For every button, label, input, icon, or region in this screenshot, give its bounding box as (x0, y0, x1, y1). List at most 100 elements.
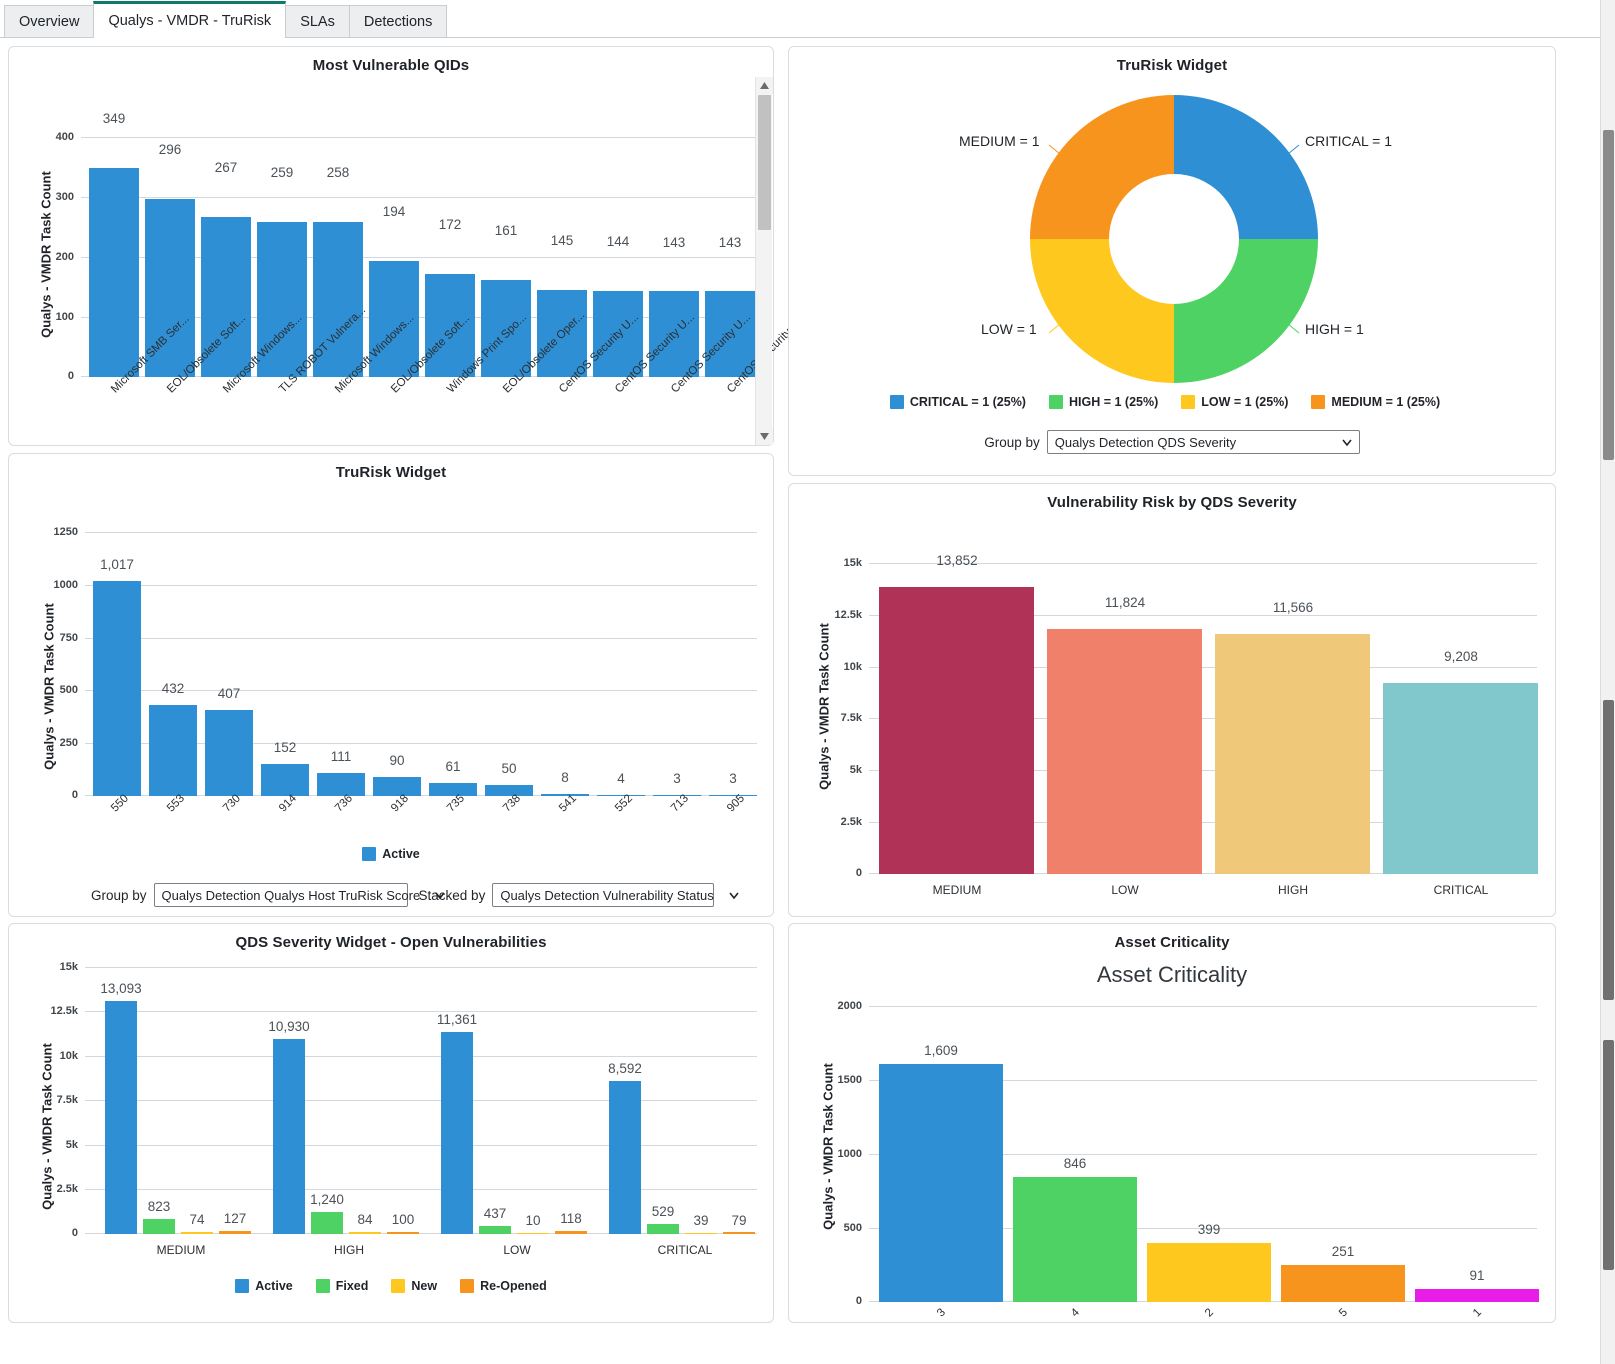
bar-value: 259 (271, 165, 294, 180)
legend-swatch-new (391, 1279, 405, 1293)
legend-swatch-reopened (460, 1279, 474, 1293)
bar[interactable] (387, 1232, 419, 1234)
bar[interactable] (685, 1233, 717, 1234)
page-scrollbar-thumb-tertiary[interactable] (1603, 1040, 1614, 1270)
bar[interactable] (93, 581, 141, 796)
bar[interactable] (429, 783, 477, 796)
scroll-down-arrow[interactable] (756, 428, 773, 445)
legend-item-new[interactable]: New (391, 1279, 437, 1293)
qds-severity-legend: Active Fixed New Re-Opened (9, 1276, 773, 1296)
widget-vertical-scrollbar[interactable] (755, 77, 772, 445)
bar-value: 4 (617, 771, 625, 786)
bar[interactable] (181, 1232, 213, 1234)
bar-value: 145 (551, 233, 574, 248)
bar-value: 144 (607, 234, 630, 249)
bar[interactable] (517, 1233, 549, 1234)
bar[interactable] (879, 1064, 1003, 1302)
bar-value: 3 (673, 771, 681, 786)
y-tick: 5k (66, 1139, 78, 1151)
tab-slas[interactable]: SLAs (285, 5, 350, 37)
bar-value: 118 (560, 1211, 582, 1226)
widget-title-vulnerability-risk: Vulnerability Risk by QDS Severity (789, 494, 1555, 511)
x-tick-label: 5 (1337, 1306, 1350, 1319)
x-tick-label: CRITICAL (658, 1243, 713, 1257)
bar-value: 823 (148, 1199, 171, 1214)
legend-item-active[interactable]: Active (362, 847, 420, 861)
plot-area-qds-severity-open: 15k 12.5k 10k 7.5k 5k 2.5k 0 (85, 967, 757, 1234)
bar-value: 10,930 (268, 1019, 309, 1034)
legend-item-active[interactable]: Active (235, 1279, 293, 1293)
bar[interactable] (205, 710, 253, 796)
bar[interactable] (143, 1219, 175, 1234)
group-by-select[interactable]: Qualys Detection QDS Severity (1047, 430, 1360, 454)
bar[interactable] (541, 794, 589, 796)
bar[interactable] (555, 1231, 587, 1234)
legend-item-low[interactable]: LOW = 1 (25%) (1181, 395, 1288, 409)
y-tick: 2.5k (57, 1183, 78, 1195)
scrollbar-thumb[interactable] (758, 95, 771, 230)
y-tick: 1000 (54, 579, 78, 591)
y-axis-label: Qualys - VMDR Task Count (817, 587, 832, 827)
legend-item-high[interactable]: HIGH = 1 (25%) (1049, 395, 1158, 409)
bar[interactable] (879, 587, 1034, 874)
bar[interactable] (89, 168, 139, 377)
bar[interactable] (349, 1232, 381, 1234)
bar[interactable] (1415, 1289, 1539, 1302)
bar-value: 1,609 (924, 1043, 958, 1058)
bar[interactable] (1215, 634, 1370, 874)
bar[interactable] (1047, 629, 1202, 874)
y-tick: 0 (856, 867, 862, 879)
bar-value: 11,566 (1273, 600, 1313, 615)
bar[interactable] (653, 795, 701, 796)
tab-detections[interactable]: Detections (349, 5, 448, 37)
bar[interactable] (723, 1232, 755, 1234)
bar[interactable] (647, 1224, 679, 1234)
stacked-by-select[interactable]: Qualys Detection Vulnerability Status (492, 883, 714, 907)
bar-value: 407 (218, 686, 241, 701)
bar-value: 296 (159, 142, 182, 157)
bar-value: 258 (327, 165, 350, 180)
bar[interactable] (485, 785, 533, 796)
bar[interactable] (311, 1212, 343, 1234)
bar[interactable] (1281, 1265, 1405, 1302)
bar[interactable] (1147, 1243, 1271, 1302)
trurisk-bar-legend: Active (9, 844, 773, 864)
bar[interactable] (105, 1001, 137, 1234)
x-tick-label: LOW (1111, 883, 1138, 897)
donut-slice-label-high: HIGH = 1 (1305, 321, 1364, 337)
tab-qualys-vmdr-trurisk[interactable]: Qualys - VMDR - TruRisk (93, 1, 286, 37)
donut-slice-label-low: LOW = 1 (981, 321, 1037, 337)
legend-item-reopened[interactable]: Re-Opened (460, 1279, 547, 1293)
bar[interactable] (1013, 1177, 1137, 1302)
legend-label: Active (382, 847, 420, 861)
bar[interactable] (479, 1226, 511, 1234)
page-scrollbar-thumb[interactable] (1603, 130, 1614, 460)
group-by-select[interactable]: Qualys Detection Qualys Host TruRisk Sco… (154, 883, 408, 907)
page-scrollbar-thumb-secondary[interactable] (1603, 700, 1614, 1000)
bar[interactable] (597, 795, 645, 796)
dashboard-tab-bar: Overview Qualys - VMDR - TruRisk SLAs De… (0, 0, 1615, 38)
bar[interactable] (317, 773, 365, 796)
bar-value: 194 (383, 204, 406, 219)
bar[interactable] (373, 777, 421, 796)
legend-label: LOW = 1 (25%) (1201, 395, 1288, 409)
bar[interactable] (261, 764, 309, 796)
legend-item-medium[interactable]: MEDIUM = 1 (25%) (1311, 395, 1440, 409)
legend-item-fixed[interactable]: Fixed (316, 1279, 369, 1293)
bar[interactable] (219, 1231, 251, 1234)
legend-label: CRITICAL = 1 (25%) (910, 395, 1026, 409)
bar[interactable] (441, 1032, 473, 1234)
bar[interactable] (149, 705, 197, 796)
page-vertical-scrollbar[interactable] (1600, 0, 1615, 1364)
bar-value: 1,240 (310, 1192, 344, 1207)
bar[interactable] (709, 795, 757, 796)
bar[interactable] (1383, 683, 1538, 874)
bar[interactable] (609, 1081, 641, 1234)
y-tick: 100 (56, 311, 74, 323)
scroll-up-arrow[interactable] (756, 77, 773, 94)
donut-chart[interactable] (1029, 89, 1319, 389)
bar[interactable] (273, 1039, 305, 1234)
tab-overview[interactable]: Overview (4, 5, 94, 37)
widget-trurisk-bar: TruRisk Widget Qualys - VMDR Task Count … (8, 453, 774, 917)
legend-item-critical[interactable]: CRITICAL = 1 (25%) (890, 395, 1026, 409)
